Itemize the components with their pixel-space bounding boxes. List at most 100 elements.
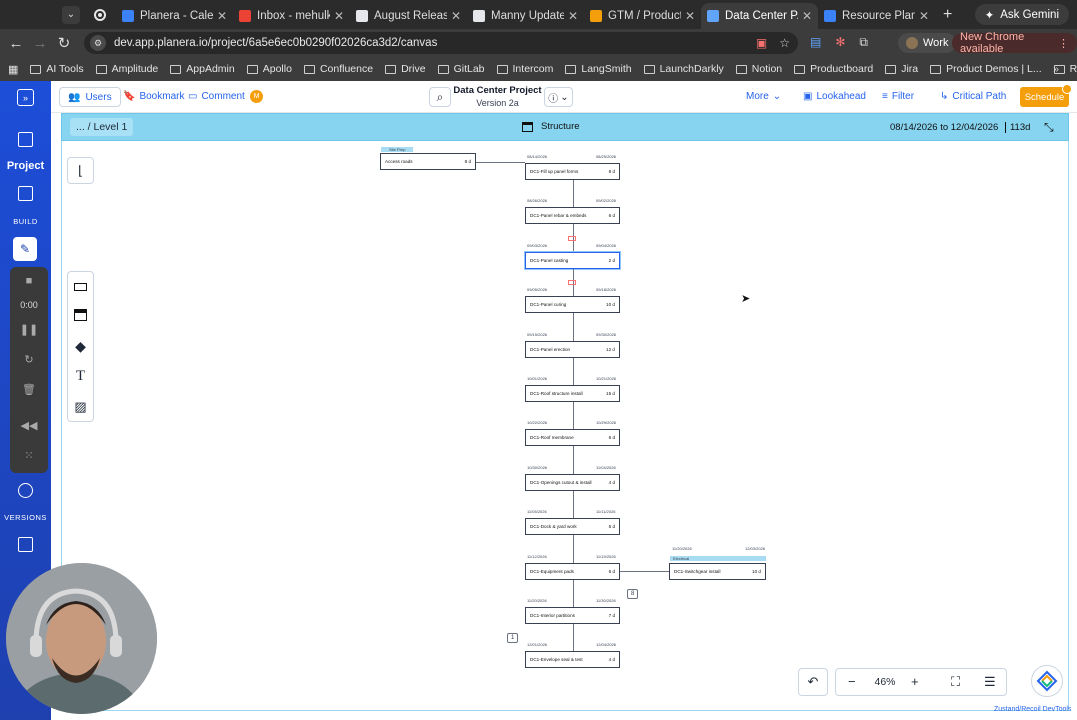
settings-sliders-icon[interactable]: ☰ (984, 674, 996, 690)
task-card[interactable]: DC1-Fill up panel forms 8 d (525, 163, 620, 180)
extensions-puzzle-icon[interactable]: ⧉ (859, 35, 868, 50)
reload-icon[interactable]: ↻ (52, 34, 76, 52)
browser-tab[interactable]: August Release ✕ (350, 3, 467, 29)
lookahead-button[interactable]: ▣ Lookahead (803, 91, 866, 102)
calendar-icon[interactable] (18, 186, 33, 201)
task-card[interactable]: DC1-Openings cutout & install 4 d (525, 473, 620, 491)
close-tab-icon[interactable]: ✕ (919, 9, 929, 23)
bookmark-item[interactable]: LangSmith (565, 63, 632, 75)
bookmark-item[interactable]: Apollo (246, 63, 292, 75)
rectangle-shape-icon[interactable] (68, 280, 93, 294)
more-menu-button[interactable]: More ⌄ (746, 91, 781, 102)
trash-icon[interactable]: 🗑 (10, 383, 48, 396)
bookmark-star-icon[interactable]: ☆ (779, 36, 790, 50)
stop-icon[interactable]: ■ (10, 275, 48, 287)
bookmark-button[interactable]: 🔖 Bookmark (123, 91, 184, 102)
browser-tab[interactable]: Inbox - mehulk@... ✕ (233, 3, 350, 29)
bookmark-item[interactable]: AppAdmin (170, 63, 235, 75)
link-count-badge[interactable]: 8 (627, 589, 639, 599)
link-count-badge[interactable]: 1 (507, 633, 519, 643)
structure-view-toggle[interactable]: Structure (522, 121, 580, 132)
history-icon[interactable] (18, 483, 33, 498)
back-icon[interactable]: ← (4, 35, 28, 52)
task-card[interactable]: DC1-Panel casting 2 d (525, 251, 620, 269)
new-tab-button[interactable]: + (943, 6, 952, 24)
url-bar[interactable]: ⚙ dev.app.planera.io/project/6a5e6ec0b02… (84, 32, 798, 54)
close-tab-icon[interactable]: ✕ (217, 9, 227, 23)
more-bookmarks-icon[interactable]: » (1053, 63, 1059, 75)
extension-icon[interactable]: ✻ (835, 35, 845, 50)
browser-tab[interactable]: Manny Update (A... ✕ (467, 3, 584, 29)
bookmark-item[interactable]: Amplitude (95, 63, 158, 75)
close-tab-icon[interactable]: ✕ (451, 9, 461, 23)
zoom-out-icon[interactable]: − (848, 674, 856, 689)
connector-tool-icon[interactable]: ⌊ (67, 157, 94, 184)
bookmark-item[interactable]: Notion (735, 63, 782, 75)
critical-path-button[interactable]: ↳ Critical Path (940, 91, 1006, 102)
browser-tab[interactable]: Resource Plannin... ✕ (818, 3, 935, 29)
avatar[interactable]: M (250, 90, 263, 103)
users-button[interactable]: 👥 Users (59, 87, 121, 107)
header-box-shape-icon[interactable] (68, 309, 93, 324)
bookmark-item[interactable]: Drive (385, 63, 426, 75)
new-chrome-available-button[interactable]: New Chrome available ⋮ (952, 31, 1077, 55)
comment-button[interactable]: ▭ Comment (188, 91, 245, 102)
info-dropdown-button[interactable]: ⓘ ⌄ (544, 87, 573, 107)
grid-dots-icon[interactable]: ⁙ (10, 449, 48, 462)
bookmark-item[interactable]: Product Demos | L... (930, 63, 1042, 75)
edit-pencil-icon[interactable]: ✎ (13, 237, 37, 261)
text-tool-icon[interactable]: T (68, 368, 93, 385)
collapse-icon[interactable]: ⤡ (1044, 120, 1054, 135)
milestone-diamond-icon[interactable]: ◆ (68, 338, 93, 355)
bookmark-item[interactable]: Confluence (303, 63, 373, 75)
task-card[interactable]: DC1-Roof membrane 6 d (525, 429, 620, 447)
tab-search-chevron-icon[interactable]: ⌄ (62, 5, 80, 24)
devtools-link[interactable]: Zustand/Recoil DevTools (994, 706, 1071, 713)
profile-button[interactable]: Work (898, 33, 957, 53)
planera-logo-icon[interactable] (1031, 665, 1063, 697)
zoom-in-icon[interactable]: + (911, 674, 919, 689)
ask-gemini-button[interactable]: ✦ Ask Gemini (974, 4, 1069, 25)
extension-icon[interactable]: ▤ (810, 35, 821, 50)
site-info-icon[interactable]: ⚙ (90, 35, 106, 51)
rail-project-label[interactable]: Project (0, 160, 51, 172)
browser-tab[interactable]: GTM / Product - ... ✕ (584, 3, 701, 29)
search-icon[interactable]: ⌕ (429, 87, 451, 107)
close-tab-icon[interactable]: ✕ (334, 9, 344, 23)
predecessor-task-card[interactable]: Access roads 8 d (380, 153, 476, 170)
undo-button[interactable]: ↶ (798, 668, 828, 696)
task-card[interactable]: DC1-Equipment pads 6 d (525, 562, 620, 580)
bookmark-item[interactable]: LaunchDarkly (643, 63, 724, 75)
project-version[interactable]: Version 2a (451, 98, 544, 108)
close-tab-icon[interactable]: ✕ (802, 9, 812, 23)
task-card[interactable]: DC1-Panel rebar & embeds 6 d (525, 207, 620, 225)
pause-icon[interactable]: ❚❚ (10, 323, 48, 336)
successor-task-card[interactable]: DC1-Switchgear install 10 d (669, 563, 766, 580)
close-tab-icon[interactable]: ✕ (685, 9, 695, 23)
expand-sidebar-icon[interactable]: » (17, 89, 34, 106)
task-card[interactable]: DC1-Panel curing 10 d (525, 296, 620, 314)
bookmark-item[interactable]: AI Tools (30, 63, 84, 75)
bookmark-item[interactable]: Productboard (794, 63, 873, 75)
task-card[interactable]: DC1-Roof structure install 15 d (525, 385, 620, 402)
close-tab-icon[interactable]: ✕ (568, 9, 578, 23)
breadcrumb[interactable]: ... / Level 1 (70, 118, 134, 136)
bookmark-item[interactable]: GitLab (437, 63, 485, 75)
browser-tab[interactable]: Data Center P... ✕ (701, 3, 818, 29)
forward-icon[interactable]: → (28, 35, 52, 52)
cast-icon[interactable]: ▣ (756, 36, 767, 50)
rewind-icon[interactable]: ◀◀ (10, 419, 48, 432)
recording-icon[interactable] (94, 8, 106, 21)
bookmark-item[interactable]: Jira (885, 63, 918, 75)
bookmark-item[interactable]: Intercom (496, 63, 553, 75)
schedule-canvas[interactable]: 08/14/2026 08/25/2026 DC1-Fill up panel fo… (61, 141, 1069, 711)
task-card[interactable]: DC1-Panel erection 12 d (525, 340, 620, 358)
restart-icon[interactable]: ↻ (10, 353, 48, 366)
filter-button[interactable]: ≡ Filter (882, 91, 914, 102)
apps-grid-icon[interactable]: ▦ (8, 63, 18, 76)
task-card[interactable]: DC1-Interior partitions 7 d (525, 607, 620, 624)
task-card[interactable]: DC1-Dock & yard work 5 d (525, 518, 620, 536)
image-tool-icon[interactable]: ▨ (68, 399, 93, 415)
dashboard-icon[interactable] (18, 132, 33, 147)
browser-tab[interactable]: Planera - Calendar ✕ (116, 3, 233, 29)
